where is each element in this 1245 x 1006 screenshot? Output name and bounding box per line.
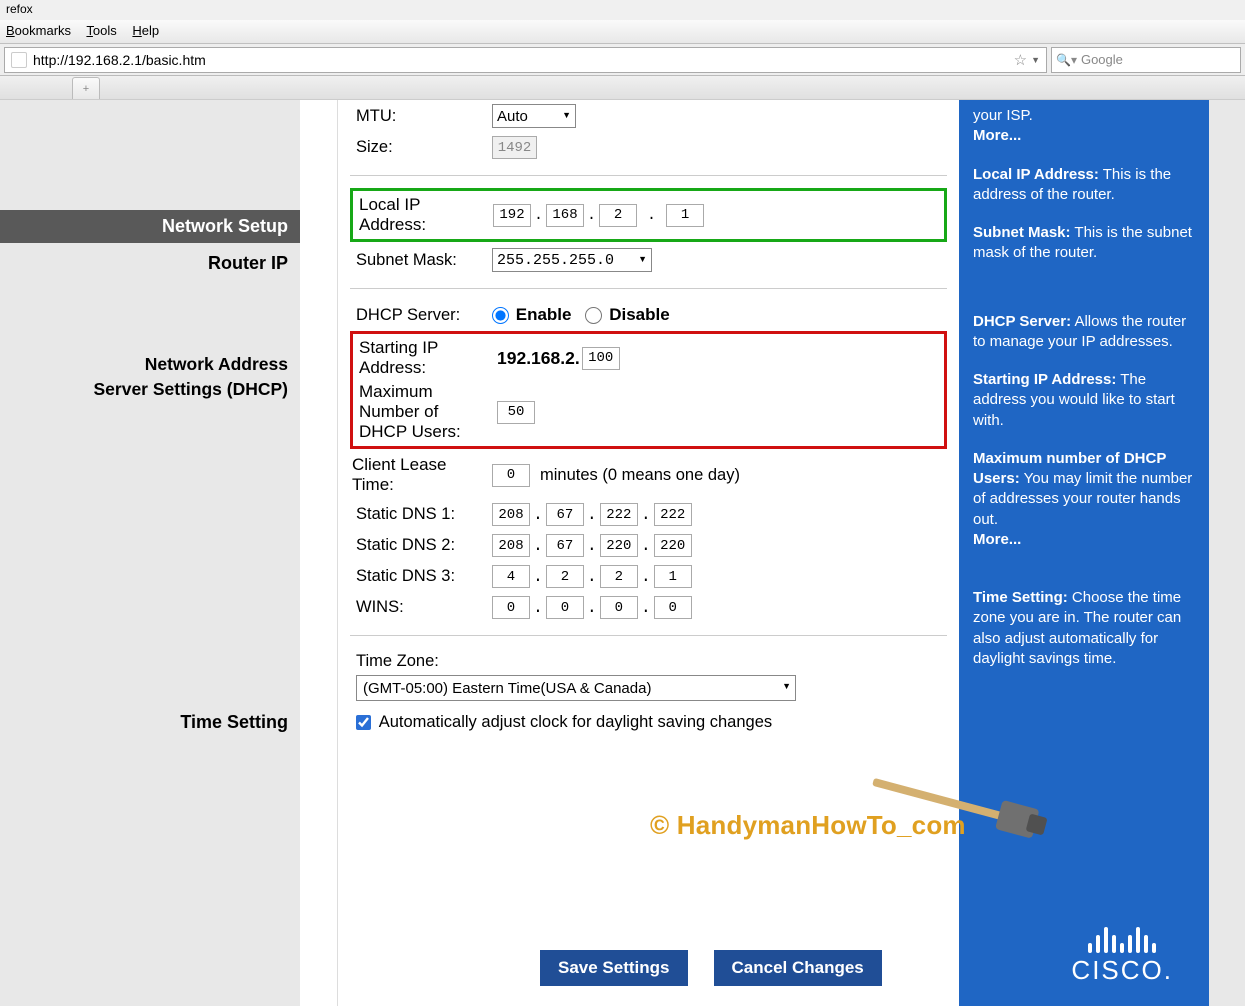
url-text: http://192.168.2.1/basic.htm	[33, 52, 206, 68]
dns1-a[interactable]	[492, 503, 530, 526]
dns3-a[interactable]	[492, 565, 530, 588]
dhcp-enable-radio[interactable]: Enable	[492, 305, 571, 325]
dns1-d[interactable]	[654, 503, 692, 526]
dns3-c[interactable]	[600, 565, 638, 588]
page-icon	[11, 52, 27, 68]
dns1-c[interactable]	[600, 503, 638, 526]
wins-c[interactable]	[600, 596, 638, 619]
menu-help[interactable]: Help	[132, 23, 159, 38]
cisco-logo: CISCO.	[1071, 923, 1173, 986]
dns3-d[interactable]	[654, 565, 692, 588]
main-form: MTU: Auto Size: Local IPAddress: . . . S…	[338, 100, 959, 1006]
local-ip-oct2[interactable]	[546, 204, 584, 227]
dhcp-disable-radio[interactable]: Disable	[585, 305, 669, 325]
lease-label: Client LeaseTime:	[350, 455, 492, 495]
help-panel: your ISP.More... Local IP Address: This …	[959, 100, 1209, 1006]
wins-label: WINS:	[350, 598, 492, 617]
size-input	[492, 136, 537, 159]
wins-b[interactable]	[546, 596, 584, 619]
max-users-input[interactable]	[497, 401, 535, 424]
start-ip-label: Starting IPAddress:	[355, 338, 497, 378]
save-button[interactable]: Save Settings	[540, 950, 688, 986]
local-ip-oct3[interactable]	[599, 204, 637, 227]
browser-menu: Bookmarks Tools Help	[0, 20, 1245, 44]
start-ip-prefix: 192.168.2.	[497, 348, 580, 369]
lease-suffix: minutes (0 means one day)	[540, 466, 740, 485]
window-title: refox	[0, 0, 1245, 20]
history-dropdown-icon[interactable]: ▼	[1031, 55, 1040, 65]
local-ip-highlight: Local IPAddress: . . .	[350, 188, 947, 242]
sidebar-header: Network Setup	[0, 210, 300, 243]
sidebar-router-ip: Router IP	[0, 243, 300, 278]
cancel-button[interactable]: Cancel Changes	[714, 950, 882, 986]
wins-d[interactable]	[654, 596, 692, 619]
lease-input[interactable]	[492, 464, 530, 487]
dns1-b[interactable]	[546, 503, 584, 526]
local-ip-oct1[interactable]	[493, 204, 531, 227]
address-bar[interactable]: http://192.168.2.1/basic.htm ☆ ▼	[4, 47, 1047, 73]
tab-strip: +	[0, 76, 1245, 100]
max-users-label: MaximumNumber ofDHCP Users:	[355, 382, 497, 442]
sidebar-time: Time Setting	[0, 702, 300, 737]
dst-checkbox[interactable]: Automatically adjust clock for daylight …	[356, 713, 772, 731]
button-bar: Save Settings Cancel Changes	[540, 950, 882, 986]
mtu-label: MTU:	[350, 107, 492, 126]
google-icon: 🔍▾	[1056, 53, 1077, 67]
sidebar-dhcp-2: Server Settings (DHCP)	[0, 377, 300, 402]
dns3-label: Static DNS 3:	[350, 567, 492, 586]
new-tab-button[interactable]: +	[72, 77, 100, 99]
dhcp-server-label: DHCP Server:	[350, 306, 492, 325]
search-box[interactable]: 🔍▾ Google	[1051, 47, 1241, 73]
sidebar-dhcp-1: Network Address	[0, 352, 300, 377]
search-placeholder: Google	[1081, 52, 1123, 67]
local-ip-label: Local IPAddress:	[355, 195, 493, 235]
bookmark-star-icon[interactable]: ☆	[1014, 51, 1027, 69]
wins-a[interactable]	[492, 596, 530, 619]
timezone-select[interactable]: (GMT-05:00) Eastern Time(USA & Canada)	[356, 675, 796, 701]
dhcp-range-highlight: Starting IPAddress: 192.168.2. MaximumNu…	[350, 331, 947, 449]
dns2-c[interactable]	[600, 534, 638, 557]
subnet-select[interactable]: 255.255.255.0	[492, 248, 652, 272]
start-ip-last[interactable]	[582, 347, 620, 370]
dns2-a[interactable]	[492, 534, 530, 557]
subnet-label: Subnet Mask:	[350, 251, 492, 270]
size-label: Size:	[350, 138, 492, 157]
mtu-select[interactable]: Auto	[492, 104, 576, 128]
menu-bookmarks[interactable]: Bookmarks	[6, 23, 71, 38]
tz-label: Time Zone:	[350, 652, 492, 671]
local-ip-oct4[interactable]	[666, 204, 704, 227]
dns1-label: Static DNS 1:	[350, 505, 492, 524]
menu-tools[interactable]: Tools	[86, 23, 116, 38]
dns3-b[interactable]	[546, 565, 584, 588]
address-row: http://192.168.2.1/basic.htm ☆ ▼ 🔍▾ Goog…	[0, 44, 1245, 76]
sidebar: Network Setup Router IP Network Address …	[0, 100, 300, 1006]
dns2-d[interactable]	[654, 534, 692, 557]
dns2-label: Static DNS 2:	[350, 536, 492, 555]
dns2-b[interactable]	[546, 534, 584, 557]
